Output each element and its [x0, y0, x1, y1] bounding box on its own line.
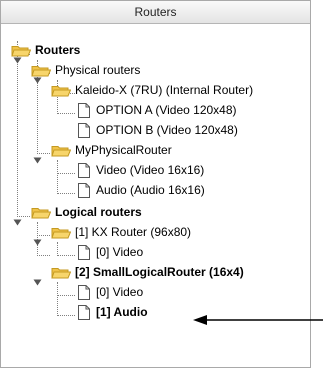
annotation-arrow: [193, 315, 323, 325]
